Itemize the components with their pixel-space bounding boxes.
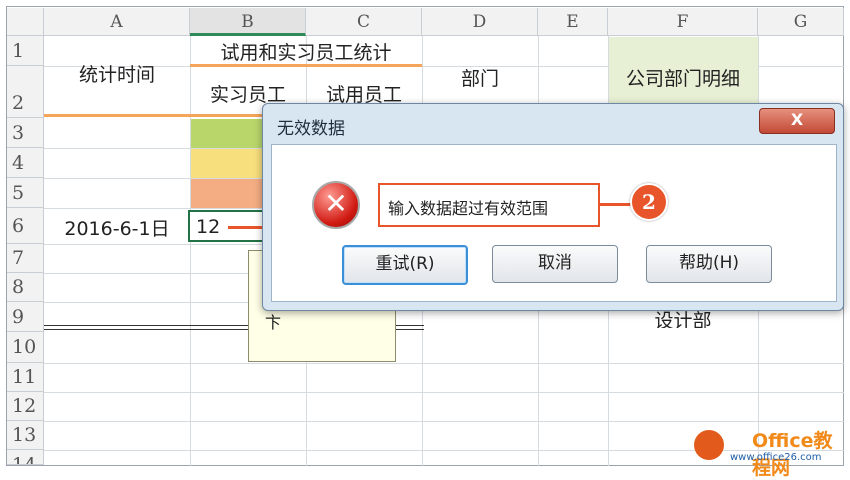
header-b1-underline bbox=[190, 64, 422, 67]
row-header-8[interactable]: 8 bbox=[7, 273, 44, 302]
row-header-11[interactable]: 11 bbox=[7, 363, 44, 392]
cell-a-header[interactable]: 统计时间 bbox=[44, 60, 190, 90]
row-header-13[interactable]: 13 bbox=[7, 421, 44, 450]
column-header-g[interactable]: G bbox=[758, 8, 844, 36]
grid-line bbox=[44, 450, 844, 451]
grid-line bbox=[44, 363, 844, 364]
column-header-d[interactable]: D bbox=[422, 8, 538, 36]
cell-f-company[interactable]: 公司部门明细 bbox=[608, 64, 758, 94]
dialog-title: 无效数据 bbox=[277, 119, 345, 139]
row-header-7[interactable]: 7 bbox=[7, 244, 44, 273]
grid-line bbox=[44, 392, 844, 393]
tooltip-text: 卞 bbox=[265, 313, 282, 332]
error-icon: ✕ bbox=[312, 181, 360, 229]
retry-button[interactable]: 重试(R) bbox=[342, 245, 468, 285]
watermark-url: www.office26.com bbox=[730, 452, 822, 463]
invalid-data-dialog: 无效数据 X ✕ 输入数据超过有效范围 重试(R) 取消 帮助(H) bbox=[262, 103, 844, 311]
close-button[interactable]: X bbox=[759, 108, 835, 134]
column-header-e[interactable]: E bbox=[538, 8, 608, 36]
row-header-14[interactable]: 14 bbox=[7, 450, 44, 465]
cell-b6-value: 12 bbox=[196, 216, 221, 238]
row-header-4[interactable]: 4 bbox=[7, 148, 44, 178]
row-header-9[interactable]: 9 bbox=[7, 302, 44, 332]
cell-d-dept[interactable]: 部门 bbox=[422, 64, 538, 94]
cell-a6-date[interactable]: 2016-6-1日 bbox=[44, 214, 190, 244]
watermark-logo-icon bbox=[694, 430, 724, 460]
dialog-message-box: 输入数据超过有效范围 bbox=[378, 183, 600, 227]
row-header-1[interactable]: 1 bbox=[7, 36, 44, 66]
dialog-message: 输入数据超过有效范围 bbox=[388, 199, 549, 218]
row-header-6[interactable]: 6 bbox=[7, 208, 44, 244]
column-header-b[interactable]: B bbox=[190, 8, 306, 36]
dialog-body: ✕ 输入数据超过有效范围 重试(R) 取消 帮助(H) bbox=[271, 144, 837, 302]
row-header-5[interactable]: 5 bbox=[7, 178, 44, 208]
callout-marker-2: 2 bbox=[630, 183, 668, 221]
row-header-10[interactable]: 10 bbox=[7, 332, 44, 363]
cancel-button[interactable]: 取消 bbox=[492, 245, 618, 283]
grid-line bbox=[44, 421, 844, 422]
column-header-a[interactable]: A bbox=[44, 8, 190, 36]
row-header-2[interactable]: 2 bbox=[7, 66, 44, 118]
column-header-c[interactable]: C bbox=[306, 8, 422, 36]
row-header-3[interactable]: 3 bbox=[7, 118, 44, 148]
help-button[interactable]: 帮助(H) bbox=[646, 245, 772, 283]
cell-b1-header[interactable]: 试用和实习员工统计 bbox=[190, 38, 422, 64]
select-all-corner[interactable] bbox=[7, 8, 44, 36]
row-header-12[interactable]: 12 bbox=[7, 392, 44, 421]
spreadsheet: A B C D E F G 1 2 3 4 5 6 7 8 9 10 11 12… bbox=[0, 0, 850, 479]
column-header-f[interactable]: F bbox=[608, 8, 758, 36]
